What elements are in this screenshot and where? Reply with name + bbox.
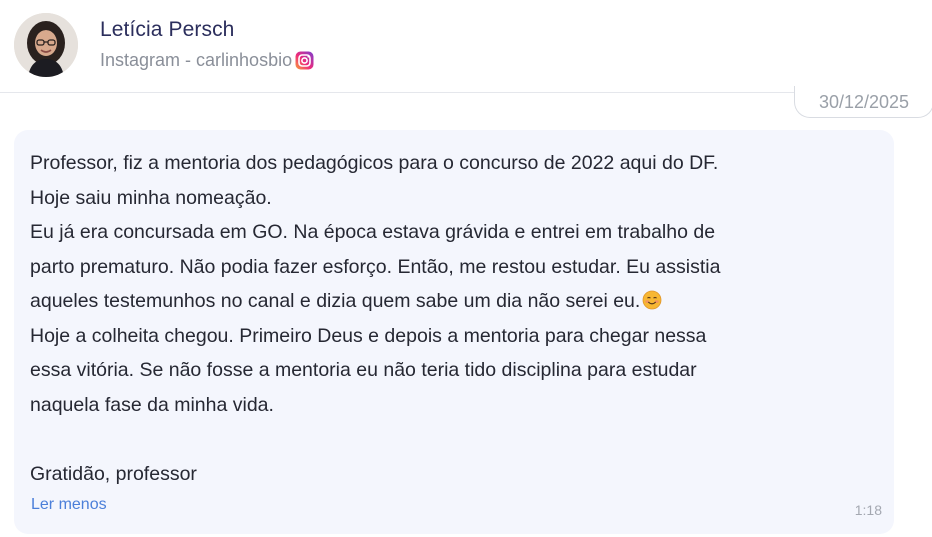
message-time: 1:18 — [854, 502, 882, 518]
message-line: parto prematuro. Não podia fazer esforço… — [30, 255, 721, 278]
smiling-face-emoji-icon — [642, 287, 662, 310]
message-line: aqueles testemunhos no canal e dizia que… — [30, 290, 641, 312]
date-badge: 30/12/2025 — [794, 86, 932, 118]
message-bubble: Professor, fiz a mentoria dos pedagógico… — [14, 130, 894, 534]
message-text: Professor, fiz a mentoria dos pedagógico… — [30, 146, 870, 491]
author-name[interactable]: Letícia Persch — [100, 17, 314, 43]
message-line: essa vitória. Se não fosse a mentoria eu… — [30, 359, 697, 381]
testimonial-card: Letícia Persch Instagram - carlinhosbio — [0, 0, 932, 537]
instagram-icon[interactable] — [295, 51, 314, 70]
author-source: Instagram - carlinhosbio — [100, 49, 314, 71]
message-line: Eu já era concursada em GO. Na época est… — [30, 221, 716, 243]
author-source-label: Instagram - carlinhosbio — [100, 50, 293, 70]
message-header: Letícia Persch Instagram - carlinhosbio — [14, 12, 314, 78]
author-info: Letícia Persch Instagram - carlinhosbio — [100, 17, 314, 71]
avatar[interactable] — [14, 13, 78, 77]
message-line: Gratidão, professor — [30, 462, 197, 485]
message-line-with-emoji: aqueles testemunhos no canal e dizia que… — [30, 284, 870, 319]
message-line: Hoje saiu minha nomeação. — [30, 186, 272, 209]
message-line: naquela fase da minha vida. — [30, 393, 274, 416]
divider — [0, 92, 932, 93]
read-less-link[interactable]: Ler menos — [31, 496, 107, 514]
message-line: Hoje a colheita chegou. Primeiro Deus e … — [30, 324, 707, 347]
message-line: Professor, fiz a mentoria dos pedagógico… — [30, 152, 719, 174]
